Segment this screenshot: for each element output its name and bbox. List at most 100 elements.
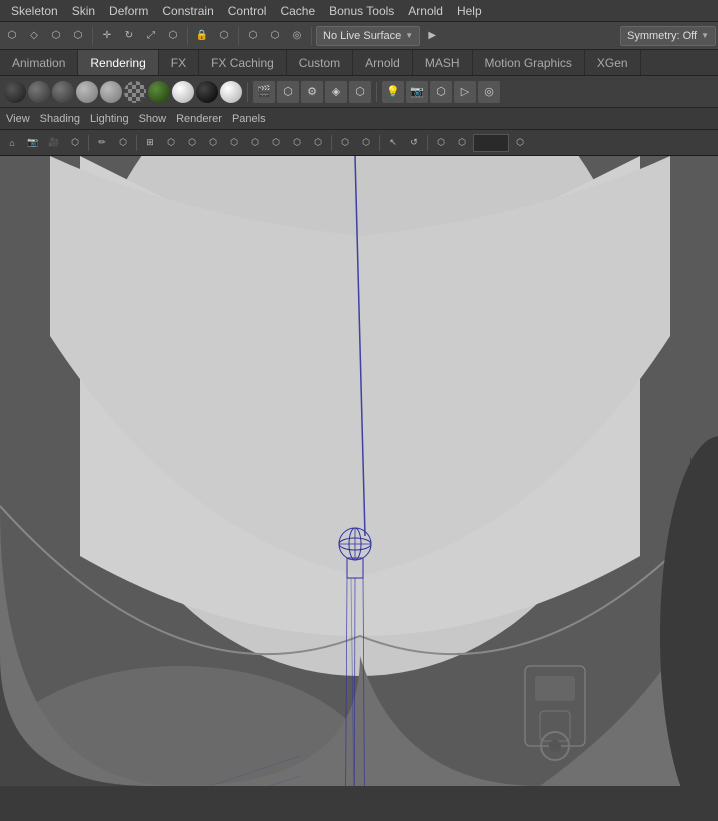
tb-extra-icon[interactable]: ▶	[422, 26, 442, 46]
shader-ball-1[interactable]	[4, 81, 26, 103]
cube-icon[interactable]: ⬡	[266, 133, 286, 153]
render-view-icon[interactable]: ⬡	[349, 81, 371, 103]
render-seq-icon[interactable]: ⬡	[277, 81, 299, 103]
menu-bonus-tools[interactable]: Bonus Tools	[322, 2, 401, 20]
film-icon[interactable]: 🎥	[44, 133, 64, 153]
sphere-icon[interactable]: ⬡	[287, 133, 307, 153]
isolate-icon[interactable]: ⬡	[431, 133, 451, 153]
live-surface-dropdown[interactable]: No Live Surface ▼	[316, 26, 420, 46]
balls-sep2	[376, 82, 377, 102]
loop-icon[interactable]: ↺	[404, 133, 424, 153]
rotate-icon[interactable]: ↻	[119, 26, 139, 46]
submenu-lighting[interactable]: Lighting	[90, 113, 129, 125]
menu-cache[interactable]: Cache	[273, 2, 322, 20]
toolbar1: ⬡ ◇ ⬡ ⬡ ✛ ↻ ⤢ ⬡ 🔒 ⬡ ⬡ ⬡ ◎ No Live Surfac…	[0, 22, 718, 50]
tb2-sep1	[88, 135, 89, 151]
tab-custom[interactable]: Custom	[287, 50, 353, 75]
curve-icon[interactable]: ⬡	[265, 26, 285, 46]
camera2-icon[interactable]: 📷	[23, 133, 43, 153]
scale-icon[interactable]: ⤢	[141, 26, 161, 46]
icon-balls-row: 🎬 ⬡ ⚙ ◈ ⬡ 💡 📷 ⬡ ▷ ◎	[0, 76, 718, 108]
tb2-sep3	[331, 135, 332, 151]
shader-ball-3[interactable]	[52, 81, 74, 103]
submenu-panels[interactable]: Panels	[232, 113, 266, 125]
shader-ball-white2[interactable]	[220, 81, 242, 103]
extra-icon[interactable]: ⬡	[430, 81, 452, 103]
pivot-icon[interactable]: ◎	[287, 26, 307, 46]
tb2-sep2	[136, 135, 137, 151]
move-icon[interactable]: ✛	[97, 26, 117, 46]
render-icon[interactable]: 🎬	[253, 81, 275, 103]
tab-arnold-tab[interactable]: Arnold	[353, 50, 413, 75]
tb2-sep5	[427, 135, 428, 151]
sep1	[92, 27, 93, 45]
tab-motion-graphics[interactable]: Motion Graphics	[473, 50, 585, 75]
arrow-icon[interactable]: ↖	[383, 133, 403, 153]
softmod-icon[interactable]: ⬡	[243, 26, 263, 46]
render-settings-icon[interactable]: ⚙	[301, 81, 323, 103]
brush-icon[interactable]: ⬡	[68, 26, 88, 46]
select2-icon[interactable]: ⬡	[113, 133, 133, 153]
tab-xgen[interactable]: XGen	[585, 50, 641, 75]
tab-mash[interactable]: MASH	[413, 50, 473, 75]
paint2-icon[interactable]: ✏	[92, 133, 112, 153]
anim-icon[interactable]: ▷	[454, 81, 476, 103]
toolbar2: ⌂ 📷 🎥 ⬡ ✏ ⬡ ⊞ ⬡ ⬡ ⬡ ⬡ ⬡ ⬡ ⬡ ⬡ ⬡ ⬡ ↖ ↺ ⬡ …	[0, 130, 718, 156]
viewport	[0, 156, 718, 786]
3d-icon[interactable]: ⬡	[245, 133, 265, 153]
live-surface-label: No Live Surface	[323, 30, 401, 42]
submenu-shading[interactable]: Shading	[40, 113, 80, 125]
camera3-icon[interactable]: ⬡	[452, 133, 472, 153]
menu-bar: Skeleton Skin Deform Constrain Control C…	[0, 0, 718, 22]
symmetry-arrow: ▼	[701, 31, 709, 40]
shader-ball-white[interactable]	[172, 81, 194, 103]
tab-fx[interactable]: FX	[159, 50, 199, 75]
shader-ball-4[interactable]	[76, 81, 98, 103]
menu-skeleton[interactable]: Skeleton	[4, 2, 65, 20]
tab-fx-caching[interactable]: FX Caching	[199, 50, 287, 75]
shader-ball-black[interactable]	[196, 81, 218, 103]
scene-svg	[0, 156, 718, 786]
tab-animation[interactable]: Animation	[0, 50, 78, 75]
home-icon[interactable]: ⌂	[2, 133, 22, 153]
balls-sep	[247, 82, 248, 102]
extra2-icon[interactable]: ⬡	[510, 133, 530, 153]
res2-icon[interactable]: ⬡	[224, 133, 244, 153]
menu-constrain[interactable]: Constrain	[155, 2, 220, 20]
menu-skin[interactable]: Skin	[65, 2, 102, 20]
light2-icon[interactable]: ⬡	[335, 133, 355, 153]
shader-ball-5[interactable]	[100, 81, 122, 103]
symmetry-label: Symmetry: Off	[627, 30, 697, 42]
submenu-show[interactable]: Show	[139, 113, 167, 125]
lasso-tool-icon[interactable]: ◇	[24, 26, 44, 46]
paint-tool-icon[interactable]: ⬡	[46, 26, 66, 46]
menu-control[interactable]: Control	[221, 2, 274, 20]
menu-help[interactable]: Help	[450, 2, 489, 20]
camera-icon[interactable]: 📷	[406, 81, 428, 103]
light-icon[interactable]: 💡	[382, 81, 404, 103]
walk-icon[interactable]: ⬡	[65, 133, 85, 153]
live-surface-arrow: ▼	[405, 31, 413, 40]
tab-rendering[interactable]: Rendering	[78, 50, 158, 75]
grid2-icon[interactable]: ⬡	[161, 133, 181, 153]
menu-deform[interactable]: Deform	[102, 2, 155, 20]
res-icon[interactable]: ⬡	[203, 133, 223, 153]
target-icon[interactable]: ◎	[478, 81, 500, 103]
transform-icon[interactable]: ⬡	[163, 26, 183, 46]
grid3-icon[interactable]: ⬡	[182, 133, 202, 153]
grid-icon[interactable]: ⊞	[140, 133, 160, 153]
value-input[interactable]: 0.00	[473, 134, 509, 152]
shadow-icon[interactable]: ⬡	[356, 133, 376, 153]
submenu-view[interactable]: View	[6, 113, 30, 125]
submenu-renderer[interactable]: Renderer	[176, 113, 222, 125]
snap-icon[interactable]: 🔒	[192, 26, 212, 46]
menu-arnold[interactable]: Arnold	[401, 2, 450, 20]
shader-ball-green[interactable]	[148, 81, 170, 103]
select-tool-icon[interactable]: ⬡	[2, 26, 22, 46]
hypershade-icon[interactable]: ◈	[325, 81, 347, 103]
shader-ball-checker[interactable]	[124, 81, 146, 103]
snap2-icon[interactable]: ⬡	[214, 26, 234, 46]
smooth-icon[interactable]: ⬡	[308, 133, 328, 153]
symmetry-dropdown[interactable]: Symmetry: Off ▼	[620, 26, 716, 46]
shader-ball-2[interactable]	[28, 81, 50, 103]
